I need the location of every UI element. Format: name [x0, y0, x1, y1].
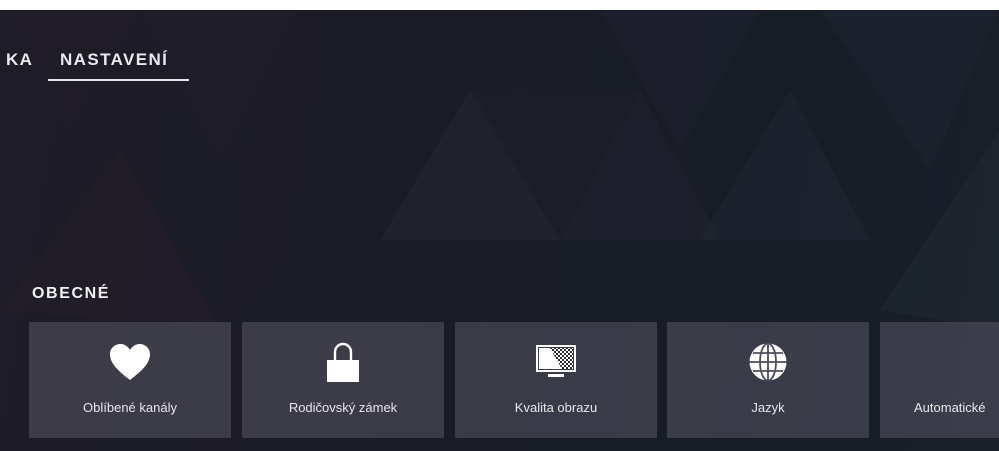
- tile-language[interactable]: Jazyk: [667, 322, 869, 438]
- padlock-icon: [321, 340, 365, 384]
- nav-item-prev[interactable]: KA: [6, 50, 33, 70]
- nav-item-settings[interactable]: NASTAVENÍ: [60, 50, 168, 70]
- tile-label: Kvalita obrazu: [514, 400, 598, 415]
- tile-automatic[interactable]: Automatické: [880, 322, 999, 438]
- nav-active-underline: [48, 79, 189, 81]
- tile-parental-lock[interactable]: Rodičovský zámek: [242, 322, 444, 438]
- heart-icon: [108, 340, 152, 384]
- tile-picture-quality[interactable]: Kvalita obrazu: [455, 322, 657, 438]
- tile-label: Oblíbené kanály: [83, 400, 177, 415]
- settings-tiles: Oblíbené kanály Rodičovský zámek Kvalita…: [0, 322, 999, 438]
- tv-quality-icon: [534, 340, 578, 384]
- tile-favorite-channels[interactable]: Oblíbené kanály: [29, 322, 231, 438]
- section-title: OBECNÉ: [32, 285, 111, 302]
- globe-icon: [746, 340, 790, 384]
- tile-label: Jazyk: [751, 400, 785, 415]
- tile-label: Automatické: [914, 400, 986, 415]
- settings-screen: KA NASTAVENÍ OBECNÉ Oblíbené kanály Rodi…: [0, 10, 999, 451]
- tile-label: Rodičovský zámek: [288, 400, 398, 415]
